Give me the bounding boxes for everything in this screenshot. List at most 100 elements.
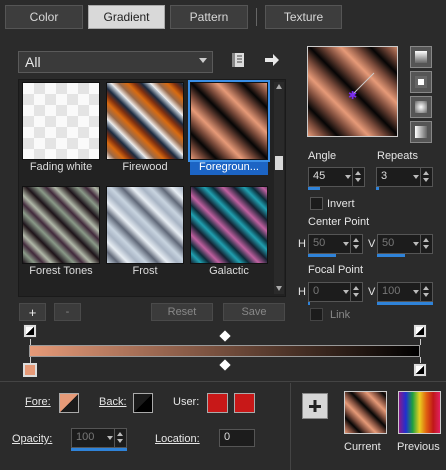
angle-slider[interactable] [308,187,320,190]
center-h-value: 50 [313,237,326,249]
back-color-swatch[interactable] [133,393,153,413]
gradient-name: Frost [132,265,158,277]
repeats-input[interactable]: 3 [376,167,433,190]
center-v-input[interactable]: 50 [377,234,433,257]
invert-label: Invert [327,198,355,210]
focal-h-stepper[interactable] [350,283,362,301]
gradient-thumb-firewood[interactable]: Firewood [106,82,184,175]
fore-color-swatch[interactable] [59,393,79,413]
gradient-name: Forest Tones [29,265,93,277]
add-stop-button[interactable]: + [19,303,46,321]
sunburst-style-icon [415,101,427,113]
radial-style-button[interactable] [410,121,432,143]
linear-style-icon [415,51,427,63]
gradient-thumb-frost[interactable]: Frost [106,186,184,279]
gradient-thumb-galactic[interactable]: Galactic [190,186,268,279]
gradient-thumb-forest-tones[interactable]: Forest Tones [22,186,100,279]
opacity-stop-right[interactable] [413,324,427,338]
color-midpoint[interactable] [219,359,231,371]
stop-connector [420,339,421,345]
angle-value: 45 [313,170,326,182]
tab-gradient[interactable]: Gradient [88,5,165,29]
chevron-down-icon[interactable] [343,290,349,294]
location-input[interactable]: 0 [219,429,255,447]
user-color-swatch-2[interactable] [234,393,255,413]
focal-h-input[interactable]: 0 [308,282,363,305]
color-stop-right[interactable] [413,363,427,377]
repeats-slider[interactable] [376,187,379,190]
opacity-input[interactable]: 100 [71,428,127,451]
center-h-input[interactable]: 50 [308,234,363,257]
back-label: Back: [99,396,127,408]
opacity-midpoint[interactable] [219,330,231,342]
center-v-value: 50 [382,237,395,249]
opacity-slider[interactable] [71,448,127,451]
add-swatch-button[interactable] [302,393,328,419]
link-checkbox[interactable] [310,308,323,321]
gallery-scrollbar[interactable] [274,82,284,294]
previous-swatch[interactable] [398,391,441,434]
opacity-stop-left[interactable] [23,324,37,338]
angle-input[interactable]: 45 [308,167,365,190]
center-point-label: Center Point [308,216,370,228]
focal-v-stepper[interactable] [420,283,432,301]
angle-stepper[interactable] [352,168,364,186]
sunburst-style-button[interactable] [410,96,432,118]
center-h-slider[interactable] [308,254,336,257]
tab-divider [256,8,257,26]
focal-h-slider[interactable] [308,302,310,305]
rectangular-style-button[interactable] [410,71,432,93]
category-dropdown-value: All [25,54,41,70]
tab-pattern[interactable]: Pattern [170,5,248,29]
arrow-right-icon[interactable] [264,53,280,67]
gradient-swatch [22,82,100,160]
scroll-down-icon[interactable] [276,286,282,291]
current-label: Current [344,441,381,453]
link-label: Link [330,309,351,321]
scrollbar-thumb[interactable] [275,156,283,170]
gradient-bar[interactable] [29,345,420,357]
chevron-down-icon[interactable] [345,175,351,179]
linear-style-button[interactable] [410,46,432,68]
chevron-down-icon[interactable] [107,436,113,440]
tab-color[interactable]: Color [5,5,83,29]
chevron-down-icon[interactable] [413,242,419,246]
center-h-stepper[interactable] [350,235,362,253]
repeats-stepper[interactable] [420,168,432,186]
opacity-stop-icon [26,327,34,335]
focal-v-label: V [368,286,376,298]
remove-stop-button[interactable]: - [54,303,81,321]
center-v-slider[interactable] [377,254,405,257]
gradient-swatch [106,82,184,160]
center-v-stepper[interactable] [420,235,432,253]
focal-point-label: Focal Point [308,264,364,276]
opacity-stepper[interactable] [114,429,126,447]
save-button[interactable]: Save [223,303,285,321]
focal-h-label: H [298,286,306,298]
svg-text:✱: ✱ [348,89,357,102]
chevron-down-icon[interactable] [413,175,419,179]
reset-button[interactable]: Reset [151,303,213,321]
user-label: User: [173,396,200,408]
current-swatch[interactable] [344,391,387,434]
gradient-preview[interactable]: ✱ [307,46,398,137]
gradient-swatch [106,186,184,264]
repeats-value: 3 [381,170,388,182]
category-dropdown[interactable]: All [18,51,213,73]
chevron-down-icon[interactable] [413,290,419,294]
focal-v-slider[interactable] [377,302,433,305]
focal-v-input[interactable]: 100 [377,282,433,305]
color-stop-left[interactable] [23,363,37,377]
library-icon[interactable] [231,52,245,68]
scroll-up-icon[interactable] [276,84,282,89]
invert-checkbox[interactable] [310,197,323,210]
chevron-down-icon[interactable] [343,242,349,246]
tab-texture[interactable]: Texture [265,5,342,29]
user-color-swatch-1[interactable] [207,393,228,413]
color-stop-icon [416,366,424,374]
gradient-thumb-fading-white[interactable]: Fading white [22,82,100,175]
focal-h-value: 0 [313,285,320,297]
gradient-thumb-foreground[interactable]: Foregroun... [188,80,270,175]
gradient-swatch [22,186,100,264]
center-v-label: V [368,238,376,250]
